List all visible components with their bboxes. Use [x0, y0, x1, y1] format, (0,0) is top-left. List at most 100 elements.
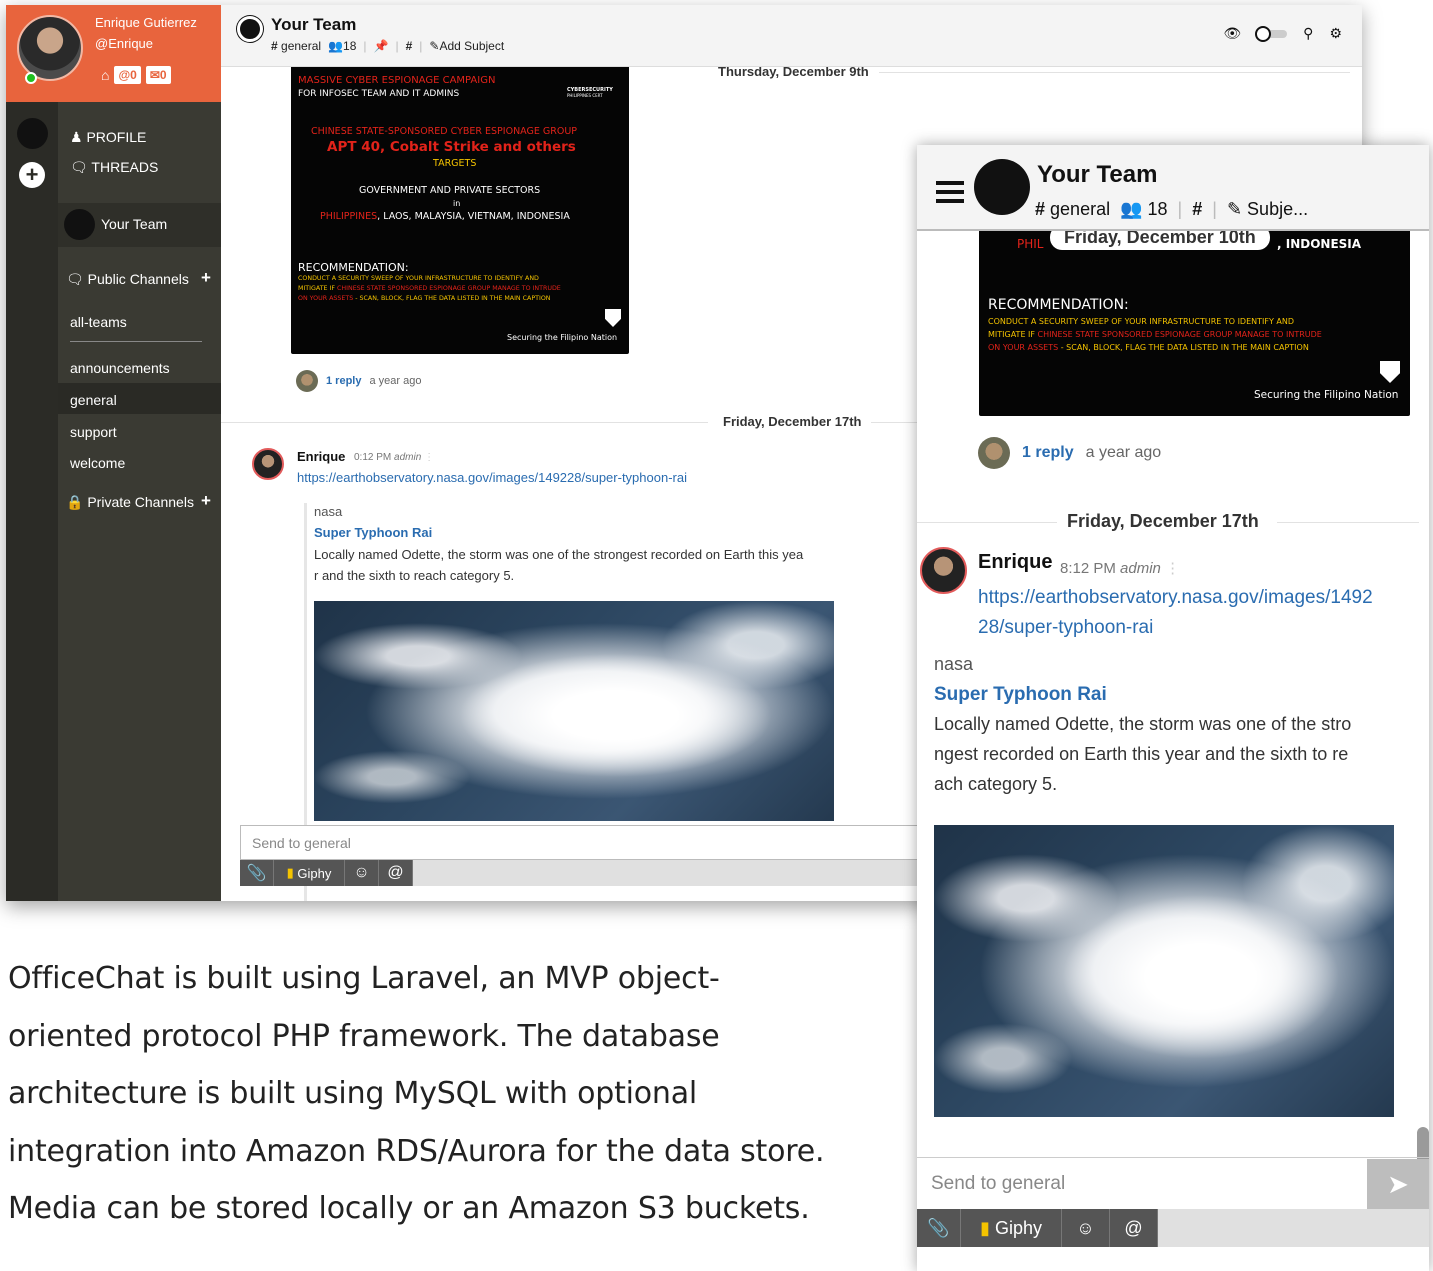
poster-text: MITIGATE IF CHINESE STATE SPONSORED ESPI… — [298, 285, 561, 292]
hash-icon[interactable]: # — [406, 39, 413, 53]
comments-icon: 🗨 — [66, 271, 84, 287]
poster-text-red: CHINESE STATE SPONSORED ESPIONAGE GROUP … — [337, 285, 561, 292]
add-subject-label: Add Subject — [439, 39, 505, 53]
team-logo-icon — [237, 16, 263, 42]
search-icon[interactable]: ⚲ — [1303, 25, 1313, 42]
mention-button[interactable]: @ — [379, 860, 413, 886]
header-actions: 👁 ⚲ ⚙ — [1223, 25, 1342, 42]
at-icon: @ — [387, 864, 404, 881]
preview-title[interactable]: Super Typhoon Rai — [934, 684, 1107, 706]
channel-header: Your Team # general 👥 18 | # | ✎ Subje..… — [917, 145, 1429, 231]
private-channels-header[interactable]: 🔒 Private Channels — [66, 494, 194, 511]
message-input[interactable]: Send to general — [917, 1159, 1367, 1209]
mention-button[interactable]: @ — [1110, 1209, 1158, 1247]
kebab-menu-icon[interactable]: ⋮ — [424, 452, 434, 463]
subject-button[interactable]: ✎ Subje... — [1227, 199, 1308, 220]
channel-header: Your Team # general 👥18 | 📌 | # | ✎Add S… — [221, 5, 1362, 67]
avatar[interactable] — [17, 15, 83, 81]
add-private-channel-icon[interactable]: + — [201, 491, 211, 511]
separator: | — [1177, 199, 1183, 219]
sidebar-item-profile[interactable]: ♟ PROFILE — [70, 129, 146, 146]
poster-text: RECOMMENDATION: — [988, 297, 1129, 313]
add-team-icon[interactable]: + — [19, 162, 45, 188]
home-icon[interactable]: ⌂ — [101, 67, 109, 83]
message-author[interactable]: Enrique — [978, 551, 1052, 574]
channel-announcements[interactable]: announcements — [70, 360, 170, 376]
channel-all-teams[interactable]: all-teams — [70, 314, 127, 330]
message-link-line: https://earthobservatory.nasa.gov/images… — [978, 587, 1373, 608]
mail-badge[interactable]: ✉0 — [145, 66, 171, 84]
add-subject-button[interactable]: ✎Add Subject — [429, 39, 504, 53]
emoji-button[interactable]: ☺ — [345, 860, 379, 886]
members-count[interactable]: 👥18 — [328, 39, 356, 53]
public-channels-header[interactable]: 🗨 Public Channels — [66, 271, 189, 288]
user-icon: ♟ — [70, 129, 83, 145]
day-divider: Friday, December 17th — [713, 414, 872, 429]
gear-icon[interactable]: ⚙ — [1329, 25, 1342, 42]
giphy-button[interactable]: ▮ Giphy — [961, 1209, 1062, 1247]
composer-toolbar: 📎 ▮ Giphy ☺ @ — [917, 1209, 1429, 1247]
add-public-channel-icon[interactable]: + — [201, 268, 211, 288]
members-count[interactable]: 👥 18 — [1120, 199, 1167, 220]
thread-reply-row: 1 reply a year ago — [978, 437, 1161, 469]
poster-image[interactable]: PHIL , INDONESIA RECOMMENDATION: CONDUCT… — [979, 231, 1410, 416]
attach-button[interactable]: 📎 — [240, 860, 274, 886]
hash-icon[interactable]: # — [1192, 199, 1202, 220]
poster-text: PHILIPPINES, LAOS, MALAYSIA, VIETNAM, IN… — [320, 211, 570, 222]
hamburger-menu-icon[interactable] — [936, 181, 964, 203]
eye-icon[interactable]: 👁 — [1223, 25, 1241, 42]
satellite-image[interactable] — [314, 601, 834, 821]
sidebar-item-team[interactable]: Your Team — [58, 203, 221, 247]
kebab-menu-icon[interactable]: ⋮ — [1165, 560, 1180, 577]
poster-text: TARGETS — [433, 158, 477, 169]
thread-reply-row: 1 reply a year ago — [296, 370, 421, 392]
sidebar: ♟ PROFILE 🗨 THREADS Your Team 🗨 Public C… — [58, 102, 221, 901]
section-label: Public Channels — [87, 271, 189, 287]
reply-count-link[interactable]: 1 reply — [326, 375, 361, 387]
satellite-image[interactable] — [934, 825, 1394, 1117]
sidebar-item-threads[interactable]: 🗨 THREADS — [70, 159, 158, 176]
channel-name[interactable]: # general — [271, 39, 321, 53]
channel-welcome[interactable]: welcome — [70, 455, 125, 471]
giphy-button[interactable]: ▮ Giphy — [274, 860, 345, 886]
channel-general[interactable]: general — [70, 392, 117, 408]
description-line: oriented protocol PHP framework. The dat… — [8, 1018, 720, 1054]
poster-text: ON YOUR ASSETS - SCAN, BLOCK, FLAG THE D… — [988, 343, 1309, 352]
channel-label: general — [281, 39, 322, 53]
poster-text-red: CHINESE STATE SPONSORED ESPIONAGE GROUP … — [1037, 330, 1322, 339]
message-author[interactable]: Enrique — [297, 449, 345, 464]
poster-footer: Securing the Filipino Nation — [507, 333, 618, 342]
hamburger-line — [936, 181, 964, 185]
channel-name[interactable]: # general — [1035, 199, 1110, 220]
preview-title[interactable]: Super Typhoon Rai — [314, 525, 432, 540]
poster-text: ON YOUR ASSETS - SCAN, BLOCK, FLAG THE D… — [298, 295, 551, 302]
message-link[interactable]: https://earthobservatory.nasa.gov/images… — [978, 583, 1373, 643]
channel-meta: # general 👥18 | 📌 | # | ✎Add Subject — [271, 39, 504, 53]
preview-description-line: Locally named Odette, the storm was one … — [314, 547, 804, 562]
reply-time: a year ago — [1085, 444, 1162, 461]
pin-icon[interactable]: 📌 — [374, 39, 389, 53]
separator: | — [1212, 199, 1217, 219]
avatar[interactable] — [252, 448, 284, 480]
poster-image[interactable]: MASSIVE CYBER ESPIONAGE CAMPAIGN FOR INF… — [291, 67, 629, 354]
message-link[interactable]: https://earthobservatory.nasa.gov/images… — [297, 470, 687, 485]
section-label: Private Channels — [87, 494, 194, 510]
time-label: 0:12 PM — [354, 452, 392, 463]
emoji-button[interactable]: ☺ — [1062, 1209, 1110, 1247]
pencil-icon: ✎ — [1226, 199, 1243, 219]
avatar[interactable] — [920, 547, 967, 594]
poster-text-yellow: - SCAN, BLOCK, FLAG THE DATA LISTED IN T… — [353, 295, 551, 302]
attach-button[interactable]: 📎 — [917, 1209, 961, 1247]
theme-toggle[interactable] — [1255, 25, 1288, 42]
channel-support[interactable]: support — [70, 424, 117, 440]
description-paragraph: OfficeChat is built using Laravel, an MV… — [8, 950, 868, 1238]
poster-text: MITIGATE IF CHINESE STATE SPONSORED ESPI… — [988, 330, 1322, 339]
send-button[interactable]: ➤ — [1367, 1159, 1429, 1209]
poster-text-red: ON YOUR ASSETS — [988, 343, 1059, 352]
preview-description-line: r and the sixth to reach category 5. — [314, 568, 515, 583]
team-switch-avatar[interactable] — [17, 118, 48, 149]
reply-count-link[interactable]: 1 reply — [1022, 444, 1074, 462]
message-input[interactable]: Send to general — [240, 825, 940, 860]
preview-site: nasa — [314, 504, 343, 519]
mentions-badge[interactable]: @0 — [114, 66, 141, 84]
